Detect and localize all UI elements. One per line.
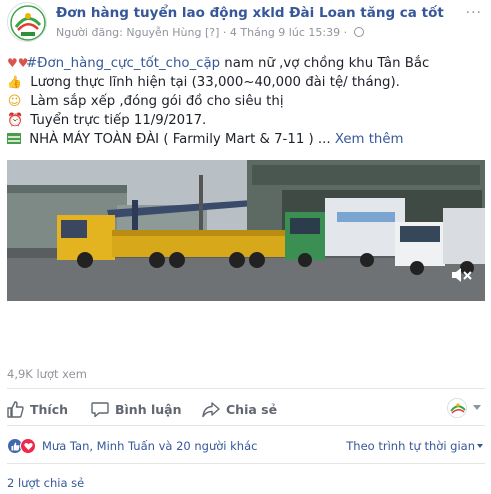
view-count: 4,9K lượt xem [7,367,87,381]
posting-as-avatar[interactable] [447,398,467,418]
alarm-clock-icon: ⏰ [7,113,24,128]
page-title[interactable]: Đơn hàng tuyển lao động xkld Đài Loan tă… [56,5,444,21]
speaker-muted-icon[interactable] [451,267,473,283]
page-logo-icon [9,4,46,41]
post-text: ♥♥#Đơn_hàng_cực_tốt_cho_cặp nam nữ ,vợ c… [7,54,485,149]
comment-sort-dropdown[interactable]: Theo trình tự thời gian [346,439,483,453]
divider [7,425,485,426]
page-avatar[interactable] [7,2,47,42]
bar-chart-icon [7,133,21,144]
page-logo-small-icon [448,399,466,417]
sort-label: Theo trình tự thời gian [346,439,475,453]
love-reaction-icon [20,438,36,454]
reactions-summary[interactable]: Mưa Tan, Minh Tuấn và 20 người khác [7,437,257,455]
post-timestamp[interactable]: 4 Tháng 9 lúc 15:39 [230,26,340,39]
thumb-money-icon: 👍 [7,75,22,89]
post-line: ☺ Làm sắp xếp ,đóng gói đồ cho siêu thị [7,92,485,111]
see-more-link[interactable]: Xem thêm [335,132,404,147]
post-meta: Người đăng: Nguyễn Hùng [?] · 4 Tháng 9 … [56,26,364,39]
meta-dot: · [343,26,348,39]
comment-label: Bình luận [115,401,182,417]
hashtag-link[interactable]: #Đơn_hàng_cực_tốt_cho_cặp [26,56,220,71]
post-line: ⏰ Tuyển trực tiếp 11/9/2017. [7,111,485,130]
line-text: Làm sắp xếp ,đóng gói đồ cho siêu thị [26,94,284,109]
video-player[interactable] [7,160,485,301]
meta-dot: · [222,26,227,39]
more-options-button[interactable]: ··· [466,5,482,21]
action-bar: Thích Bình luận Chia sẻ [0,396,491,422]
line-text: nam nữ ,vợ chồng khu Tân Bắc [220,56,430,71]
like-button[interactable]: Thích [7,396,68,422]
post-line: ♥♥#Đơn_hàng_cực_tốt_cho_cặp nam nữ ,vợ c… [7,54,485,73]
posting-as-dropdown-icon[interactable] [473,405,481,410]
post-line: 👍 Lương thực lĩnh hiện tại (33,000~40,00… [7,73,485,92]
divider [7,388,485,389]
share-label: Chia sẻ [226,401,278,417]
line-text: Tuyển trực tiếp 11/9/2017. [26,113,207,128]
poster-tag[interactable]: [?] [205,26,219,39]
smile-icon: ☺ [7,94,22,109]
facebook-post: Đơn hàng tuyển lao động xkld Đài Loan tă… [0,0,491,494]
share-button[interactable]: Chia sẻ [202,396,277,422]
chevron-down-icon [477,444,483,448]
couple-icon: ♥♥ [7,56,29,70]
line-text: Lương thực lĩnh hiện tại (33,000~40,000 … [26,75,400,90]
comment-button[interactable]: Bình luận [91,396,181,422]
poster-name[interactable]: Nguyễn Hùng [126,26,201,39]
thumbs-up-icon [7,400,24,418]
post-line: NHÀ MÁY TOÀN ĐÀI ( Farmily Mart & 7-11 )… [7,130,485,149]
divider [7,463,485,464]
like-label: Thích [30,401,69,417]
share-count[interactable]: 2 lượt chia sẻ [7,476,84,490]
line-text: NHÀ MÁY TOÀN ĐÀI ( Farmily Mart & 7-11 )… [25,132,331,147]
reactions-text[interactable]: Mưa Tan, Minh Tuấn và 20 người khác [42,439,257,453]
globe-icon [353,27,364,37]
share-arrow-icon [202,401,220,417]
comment-bubble-icon [91,401,109,417]
poster-prefix: Người đăng: [56,26,123,39]
video-frame [7,160,485,301]
